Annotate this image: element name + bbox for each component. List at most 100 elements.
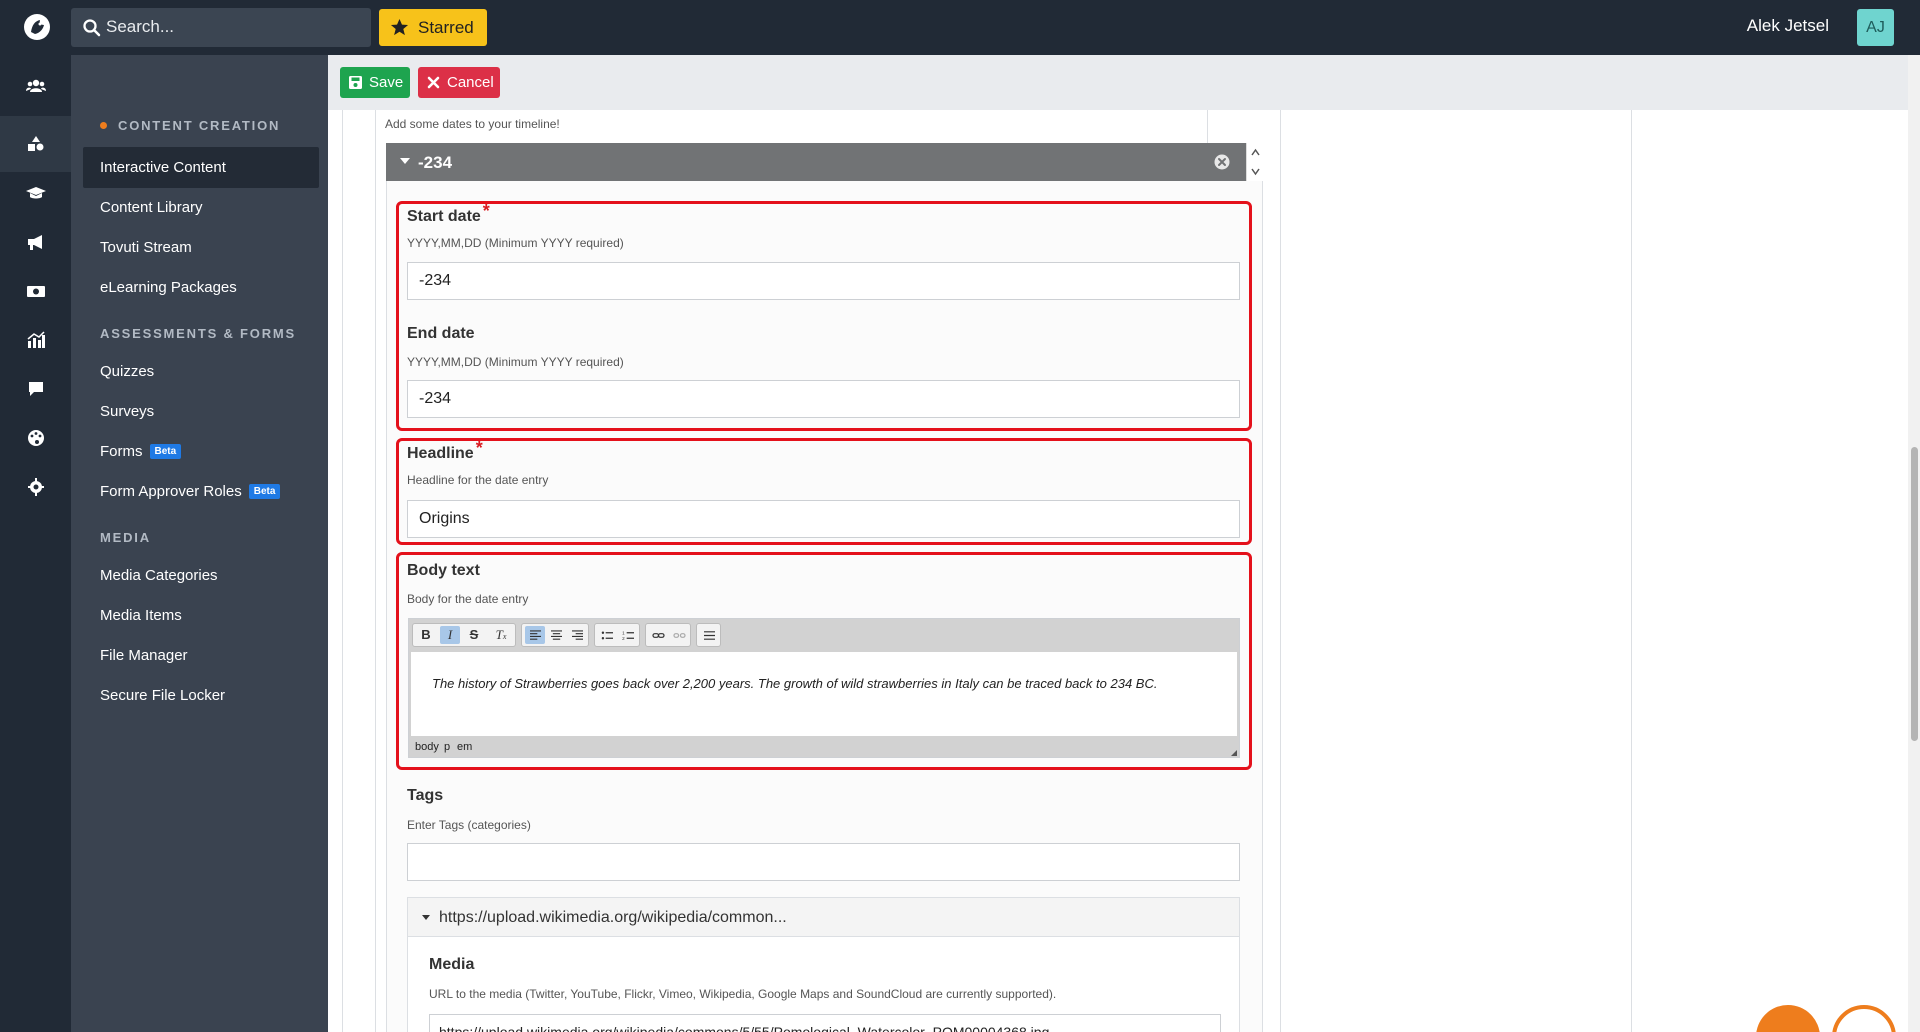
media-group-title: https://upload.wikimedia.org/wikipedia/c… (439, 909, 787, 926)
beta-badge: Beta (248, 484, 281, 499)
unlink-icon[interactable] (669, 626, 689, 644)
section-heading-content-creation: CONTENT CREATION (100, 118, 280, 133)
rail-content[interactable] (0, 116, 71, 172)
media-group-header[interactable]: https://upload.wikimedia.org/wikipedia/c… (407, 897, 1240, 937)
headline-input[interactable]: Origins (407, 500, 1240, 538)
align-left-icon[interactable] (525, 626, 545, 644)
end-date-input[interactable]: -234 (407, 380, 1240, 418)
rail-settings[interactable] (0, 459, 71, 515)
star-icon (390, 18, 409, 36)
start-date-label: Start date * (407, 201, 490, 225)
right-column (1282, 110, 1632, 1032)
search-icon (83, 19, 101, 37)
tags-label: Tags (407, 787, 444, 804)
beta-badge: Beta (149, 444, 182, 459)
tags-input[interactable] (407, 843, 1240, 881)
path-body[interactable]: body (415, 741, 439, 753)
avatar[interactable]: AJ (1857, 9, 1894, 46)
end-date-label: End date (407, 325, 475, 342)
resize-handle-icon[interactable] (1231, 750, 1237, 756)
sidebar-item-quizzes[interactable]: Quizzes (83, 351, 319, 392)
content-shapes-icon (28, 136, 44, 151)
rail-learning[interactable] (0, 165, 71, 221)
save-button[interactable]: Save (340, 67, 410, 98)
path-p[interactable]: p (444, 741, 450, 753)
bullet-list-icon[interactable] (597, 626, 617, 644)
link-icon[interactable] (648, 626, 668, 644)
editor-toolbar: B I S Tx 12 (409, 619, 1239, 650)
graduation-cap-icon (26, 187, 46, 199)
sidebar-item-interactive-content[interactable]: Interactive Content (83, 147, 319, 188)
sidebar-item-tovuti-stream[interactable]: Tovuti Stream (83, 227, 319, 268)
section-heading-assessments-forms: ASSESSMENTS & FORMS (100, 326, 296, 341)
rail-announcements[interactable] (0, 214, 71, 270)
rail-commerce[interactable] (0, 263, 71, 319)
money-icon (27, 286, 45, 297)
analytics-chart-icon (27, 331, 45, 348)
media-label: Media (429, 956, 475, 973)
link-group (645, 623, 691, 647)
svg-text:2: 2 (622, 636, 625, 641)
required-asterisk: * (482, 201, 490, 221)
numbered-list-icon[interactable]: 12 (618, 626, 638, 644)
body-text-label: Body text (407, 562, 480, 579)
align-group (521, 623, 589, 647)
section-heading-media: MEDIA (100, 530, 151, 545)
rail-users[interactable] (0, 58, 71, 114)
active-section-dot (100, 122, 107, 129)
sidebar-item-file-manager[interactable]: File Manager (83, 635, 319, 676)
rail-analytics[interactable] (0, 312, 71, 368)
collapse-caret-icon[interactable] (422, 915, 430, 920)
rail-messages[interactable] (0, 361, 71, 417)
page-scrollbar[interactable] (1908, 55, 1920, 1032)
chat-icon (29, 382, 43, 396)
collapse-caret-icon[interactable] (400, 158, 410, 164)
body-text-hint: Body for the date entry (407, 592, 529, 606)
bold-icon[interactable]: B (416, 626, 436, 644)
editor-content-area[interactable]: The history of Strawberries goes back ov… (411, 652, 1237, 736)
remove-item-icon[interactable] (1214, 154, 1230, 170)
sidebar-item-content-library[interactable]: Content Library (83, 187, 319, 228)
logo-icon[interactable] (22, 12, 52, 42)
search-box[interactable]: Search... (71, 8, 371, 47)
path-em[interactable]: em (457, 741, 472, 753)
media-url-input[interactable]: https://upload.wikimedia.org/wikipedia/c… (429, 1014, 1221, 1032)
move-up-icon[interactable] (1247, 143, 1264, 162)
start-date-input[interactable]: -234 (407, 262, 1240, 300)
sidebar-item-form-approver-roles[interactable]: Form Approver Roles Beta (83, 471, 319, 512)
media-group-body: Media URL to the media (Twitter, YouTube… (407, 937, 1240, 1032)
starred-label: Starred (418, 18, 474, 37)
sidebar-item-secure-file-locker[interactable]: Secure File Locker (83, 675, 319, 716)
timeline-item-header[interactable]: -234 (386, 143, 1263, 181)
search-placeholder: Search... (106, 17, 175, 36)
sidebar: CONTENT CREATION Interactive Content Con… (71, 55, 328, 1032)
move-down-icon[interactable] (1247, 162, 1264, 181)
strikethrough-icon[interactable]: S (464, 626, 484, 644)
user-name[interactable]: Alek Jetsel (1747, 16, 1829, 36)
align-right-icon[interactable] (567, 626, 587, 644)
end-date-hint: YYYY,MM,DD (Minimum YYYY required) (407, 355, 624, 369)
headline-hint: Headline for the date entry (407, 473, 549, 487)
rich-text-editor: B I S Tx 12 The history of Strawberries … (408, 618, 1240, 758)
start-date-hint: YYYY,MM,DD (Minimum YYYY required) (407, 236, 624, 250)
svg-text:1: 1 (622, 631, 625, 636)
media-hint: URL to the media (Twitter, YouTube, Flic… (429, 987, 1057, 1001)
clear-format-icon[interactable]: Tx (491, 626, 511, 644)
sidebar-item-media-categories[interactable]: Media Categories (83, 555, 319, 596)
italic-icon[interactable]: I (440, 626, 460, 644)
headline-label: Headline * (407, 438, 483, 462)
rail-appearance[interactable] (0, 410, 71, 466)
timeline-item-title: -234 (418, 153, 453, 172)
horizontal-rule-icon[interactable] (699, 626, 719, 644)
cancel-button[interactable]: Cancel (418, 67, 500, 98)
scroll-thumb[interactable] (1911, 447, 1918, 741)
hr-group (696, 623, 721, 647)
sidebar-item-forms[interactable]: Forms Beta (83, 431, 319, 472)
starred-button[interactable]: Starred (379, 9, 487, 46)
reorder-arrows[interactable] (1246, 143, 1263, 181)
sidebar-item-media-items[interactable]: Media Items (83, 595, 319, 636)
sidebar-item-elearning-packages[interactable]: eLearning Packages (83, 267, 319, 308)
element-path-bar: body p em (409, 738, 1239, 758)
sidebar-item-surveys[interactable]: Surveys (83, 391, 319, 432)
align-center-icon[interactable] (546, 626, 566, 644)
